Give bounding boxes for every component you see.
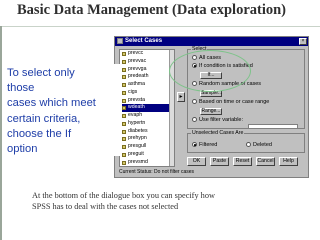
callout-line: To select only bbox=[7, 67, 75, 79]
variable-icon bbox=[122, 106, 126, 111]
variable-list-item[interactable]: cigs bbox=[120, 89, 174, 97]
variable-name: prevcc bbox=[128, 50, 144, 56]
variable-name: prevsmd bbox=[128, 158, 148, 165]
radio-time-range[interactable]: Based on time or case range bbox=[192, 99, 269, 106]
variable-list-item[interactable]: prevvac bbox=[120, 58, 174, 66]
radio-selected-icon bbox=[192, 142, 197, 148]
variable-name: cigs bbox=[128, 88, 138, 95]
variable-list-item[interactable]: preguit bbox=[120, 151, 174, 159]
dialog-title: Select Cases bbox=[125, 38, 163, 44]
variable-list-item[interactable]: wdeath bbox=[120, 104, 174, 112]
variable-list-item[interactable]: hypertn bbox=[120, 120, 174, 128]
variable-icon bbox=[122, 75, 126, 80]
close-icon[interactable]: × bbox=[299, 38, 307, 45]
dialog-app-icon bbox=[117, 38, 123, 44]
variable-icon bbox=[122, 121, 126, 126]
variable-name: diabetes bbox=[128, 127, 148, 134]
caption-line: At the bottom of the dialogue box you ca… bbox=[32, 191, 215, 200]
variable-icon bbox=[122, 114, 126, 118]
instruction-callout: To select only those cases which meet ce… bbox=[4, 64, 122, 156]
variable-icon bbox=[122, 160, 126, 165]
slide-caption: At the bottom of the dialogue box you ca… bbox=[32, 190, 302, 212]
paste-button[interactable]: Paste bbox=[210, 157, 229, 166]
radio-filter-variable-label: Use filter variable: bbox=[199, 117, 244, 123]
status-text: Current Status: Do not filter cases bbox=[119, 169, 195, 175]
variable-icon bbox=[122, 59, 126, 64]
variable-list-item[interactable]: prevsmd bbox=[120, 159, 174, 167]
variable-name: predeath bbox=[128, 73, 149, 80]
variable-list-item[interactable]: prevcc bbox=[120, 50, 174, 58]
variable-name: prevsta bbox=[128, 96, 146, 103]
filter-variable-field[interactable] bbox=[248, 124, 298, 129]
unselected-group-label: Unselected Cases Are bbox=[191, 130, 245, 136]
variable-list-item[interactable]: asthma bbox=[120, 81, 174, 89]
variable-name: asthma bbox=[128, 81, 146, 87]
variable-icon bbox=[122, 152, 126, 157]
callout-line: option bbox=[7, 143, 38, 156]
move-variable-button[interactable]: ▸ bbox=[177, 92, 185, 102]
variable-icon bbox=[122, 145, 126, 149]
variable-icon bbox=[122, 137, 126, 142]
variable-name: presgull bbox=[128, 143, 147, 149]
ok-button[interactable]: OK bbox=[187, 157, 206, 166]
variable-name: wdeath bbox=[128, 104, 145, 111]
variable-icon bbox=[122, 98, 126, 103]
variable-name: preguit bbox=[128, 150, 144, 157]
unselected-cases-group: Unselected Cases Are Filtered Deleted bbox=[187, 130, 305, 153]
radio-icon bbox=[192, 117, 197, 123]
variable-icon bbox=[122, 67, 126, 72]
variable-name: prehypn bbox=[128, 135, 147, 142]
title-divider bbox=[0, 26, 320, 27]
variable-icon bbox=[122, 129, 126, 134]
callout-line: certain criteria, bbox=[7, 112, 81, 125]
variable-list-item[interactable]: predeath bbox=[120, 73, 174, 81]
variable-name: evaph bbox=[128, 112, 143, 118]
radio-icon bbox=[246, 142, 251, 148]
radio-filtered[interactable]: Filtered bbox=[192, 142, 217, 149]
variable-list-item[interactable]: evaph bbox=[120, 112, 174, 120]
variable-list-item[interactable]: diabetes bbox=[120, 128, 174, 136]
variable-name: prevvga bbox=[128, 65, 147, 72]
radio-filter-variable[interactable]: Use filter variable: bbox=[192, 117, 243, 124]
radio-deleted[interactable]: Deleted bbox=[246, 142, 272, 149]
slide-title: Basic Data Management (Data exploration) bbox=[17, 2, 287, 18]
variable-icon bbox=[122, 83, 126, 87]
variable-list-item[interactable]: prehypn bbox=[120, 135, 174, 143]
variable-list-item[interactable]: dm bbox=[120, 166, 174, 167]
dialog-button-row: OK Paste Reset Cancel Help bbox=[187, 157, 307, 166]
radio-time-range-label: Based on time or case range bbox=[199, 99, 270, 105]
dialog-titlebar: Select Cases × bbox=[115, 37, 308, 46]
radio-deleted-label: Deleted bbox=[253, 142, 272, 148]
caption-line: SPSS has to deal with the cases not sele… bbox=[32, 202, 179, 211]
radio-icon bbox=[192, 99, 197, 105]
variable-name: hypertn bbox=[128, 119, 146, 126]
radio-filtered-label: Filtered bbox=[199, 142, 218, 148]
callout-line: cases which meet bbox=[7, 97, 96, 110]
help-button[interactable]: Help bbox=[279, 157, 298, 166]
variable-list[interactable]: prevcc prevvac prevvga predeath asthma cigs pr… bbox=[119, 49, 175, 167]
variable-name: prevvac bbox=[128, 57, 147, 64]
cancel-button[interactable]: Cancel bbox=[256, 157, 275, 166]
callout-line: choose the If bbox=[7, 127, 72, 140]
variable-list-item[interactable]: prevsta bbox=[120, 97, 174, 105]
variable-icon bbox=[122, 52, 126, 56]
variable-list-item[interactable]: presgull bbox=[120, 143, 174, 151]
variable-icon bbox=[122, 90, 126, 95]
callout-line: those bbox=[7, 82, 35, 95]
if-option-highlight bbox=[169, 50, 251, 92]
reset-button[interactable]: Reset bbox=[233, 157, 252, 166]
variable-name: dm bbox=[128, 166, 135, 167]
left-accent-bar bbox=[0, 26, 2, 240]
variable-list-item[interactable]: prevvga bbox=[120, 66, 174, 74]
range-button[interactable]: Range... bbox=[200, 108, 222, 115]
